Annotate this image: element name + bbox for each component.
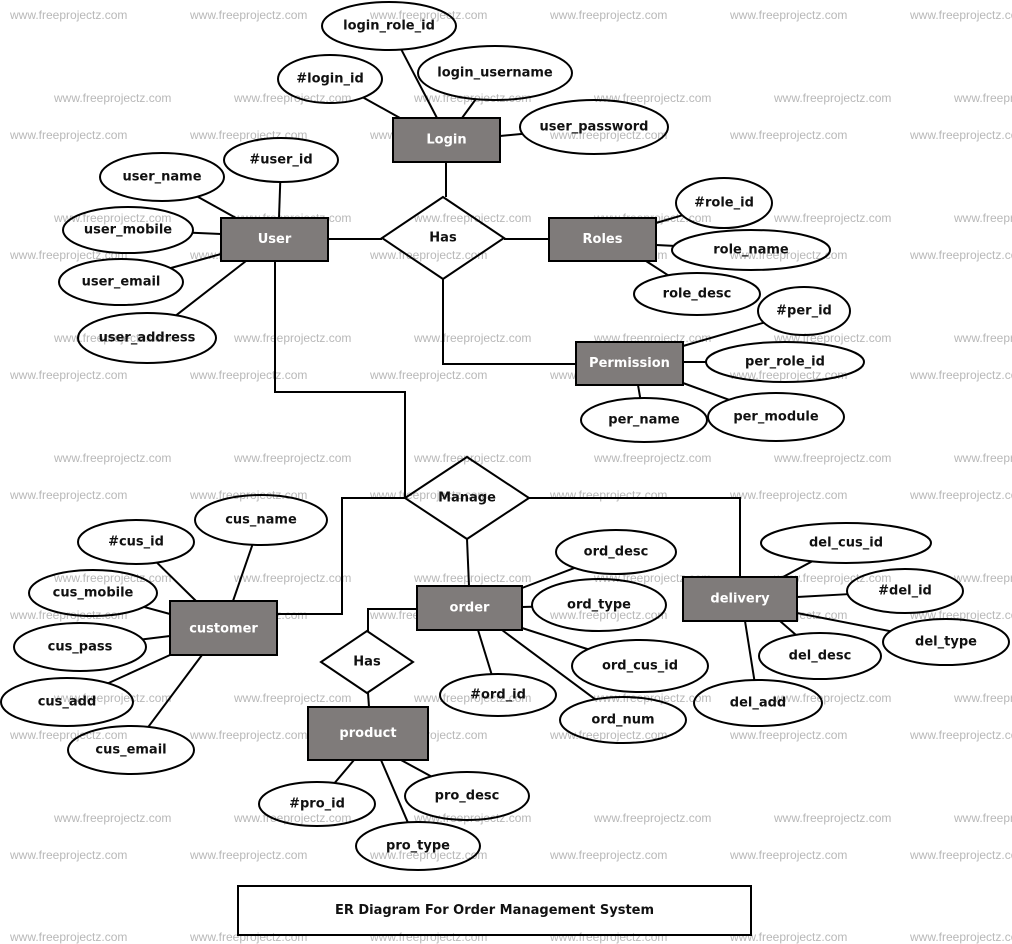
connector-line [467, 539, 469, 586]
attribute-login-id-label: #login_id [296, 72, 364, 87]
entity-roles-label: Roles [583, 232, 623, 247]
attribute-user-email-label: user_email [82, 275, 161, 290]
attribute-pro-id-label: #pro_id [289, 797, 345, 812]
attribute-role-id-label: #role_id [694, 196, 754, 211]
connector-line [148, 655, 202, 727]
entity-login-label: Login [426, 133, 466, 148]
attribute-cus-name-label: cus_name [225, 513, 297, 528]
attribute-cus-mobile-label: cus_mobile [53, 586, 134, 601]
attribute-per-module-label: per_module [733, 410, 819, 425]
attribute-per-id-label: #per_id [776, 304, 832, 319]
attribute-user-id-label: #user_id [249, 153, 312, 168]
attribute-user-address-label: user_address [99, 331, 196, 346]
connector-line [144, 607, 170, 614]
connector-line [656, 245, 674, 246]
attribute-del-desc-label: del_desc [789, 649, 852, 664]
entity-customer-label: customer [189, 622, 258, 637]
connector-line [363, 97, 400, 118]
entity-delivery-label: delivery [710, 592, 770, 607]
attribute-ord-num-label: ord_num [591, 713, 654, 728]
attribute-cus-id-label: #cus_id [108, 535, 164, 550]
connector-line [683, 383, 729, 400]
connector-line [176, 261, 246, 315]
entity-permission-label: Permission [589, 356, 670, 371]
entity-user-label: User [258, 232, 292, 247]
attribute-del-type-label: del_type [915, 635, 977, 650]
connector-line [797, 594, 848, 597]
connector-line [381, 760, 408, 822]
er-diagram: login_role_id #login_id login_usernameuser… [0, 0, 1012, 941]
attribute-role-name-label: role_name [713, 243, 789, 258]
attribute-del-id-label: #del_id [878, 584, 932, 599]
attribute-login-role-id-label: login_role_id [343, 19, 435, 34]
connector-line [683, 323, 764, 346]
connector-line [478, 630, 492, 674]
connector-line [797, 613, 890, 631]
relationship-has-order-label: Has [353, 655, 381, 670]
attribute-role-desc-label: role_desc [663, 287, 732, 302]
connector-line [638, 385, 640, 398]
connector-line [656, 215, 682, 223]
attribute-ord-cus-id-label: ord_cus_id [602, 659, 678, 674]
entity-product-label: product [339, 726, 396, 741]
relationship-manage-label: Manage [438, 491, 496, 506]
attribute-ord-type-label: ord_type [567, 598, 631, 613]
attribute-per-role-id-label: per_role_id [745, 355, 825, 370]
attribute-user-password-label: user_password [540, 120, 649, 135]
connector-line [193, 233, 221, 234]
diagram-shapes: login_role_id #login_id login_usernameuser… [1, 2, 1009, 870]
attribute-pro-type-label: pro_type [386, 839, 450, 854]
attribute-del-cus-id-label: del_cus_id [809, 536, 883, 551]
connector-line [275, 261, 405, 498]
connector-line [368, 693, 369, 707]
attribute-ord-desc-label: ord_desc [584, 545, 649, 560]
connector-line [443, 279, 576, 364]
diagram-title-box: ER Diagram For Order Management System [237, 885, 752, 936]
connector-line [157, 563, 196, 601]
entity-order-label: order [450, 601, 490, 616]
attribute-user-mobile-label: user_mobile [84, 223, 172, 238]
connector-line [462, 99, 476, 118]
connector-line [233, 545, 252, 601]
connector-line [335, 760, 354, 783]
attribute-cus-email-label: cus_email [95, 743, 166, 758]
connector-line [279, 182, 280, 218]
connector-line [198, 197, 236, 218]
attribute-user-name-label: user_name [122, 170, 201, 185]
relationship-has-user-label: Has [429, 231, 457, 246]
attribute-ord-id-label: #ord_id [470, 688, 526, 703]
attribute-pro-desc-label: pro_desc [435, 789, 500, 804]
connector-line [143, 636, 170, 639]
connector-line [368, 609, 417, 631]
connector-line [170, 254, 221, 268]
attribute-cus-add-label: cus_add [38, 695, 97, 710]
connector-line [522, 628, 588, 649]
connector-line [745, 621, 754, 680]
attribute-cus-pass-label: cus_pass [48, 640, 113, 655]
connector-line [401, 760, 431, 776]
connector-line [646, 261, 668, 275]
connector-line [780, 621, 796, 635]
diagram-title: ER Diagram For Order Management System [335, 903, 654, 918]
connector-line [500, 134, 522, 136]
attribute-login-username-label: login_username [437, 66, 553, 81]
attribute-per-name-label: per_name [608, 413, 680, 428]
connector-line [783, 561, 812, 577]
attribute-del-add-label: del_add [730, 696, 786, 711]
